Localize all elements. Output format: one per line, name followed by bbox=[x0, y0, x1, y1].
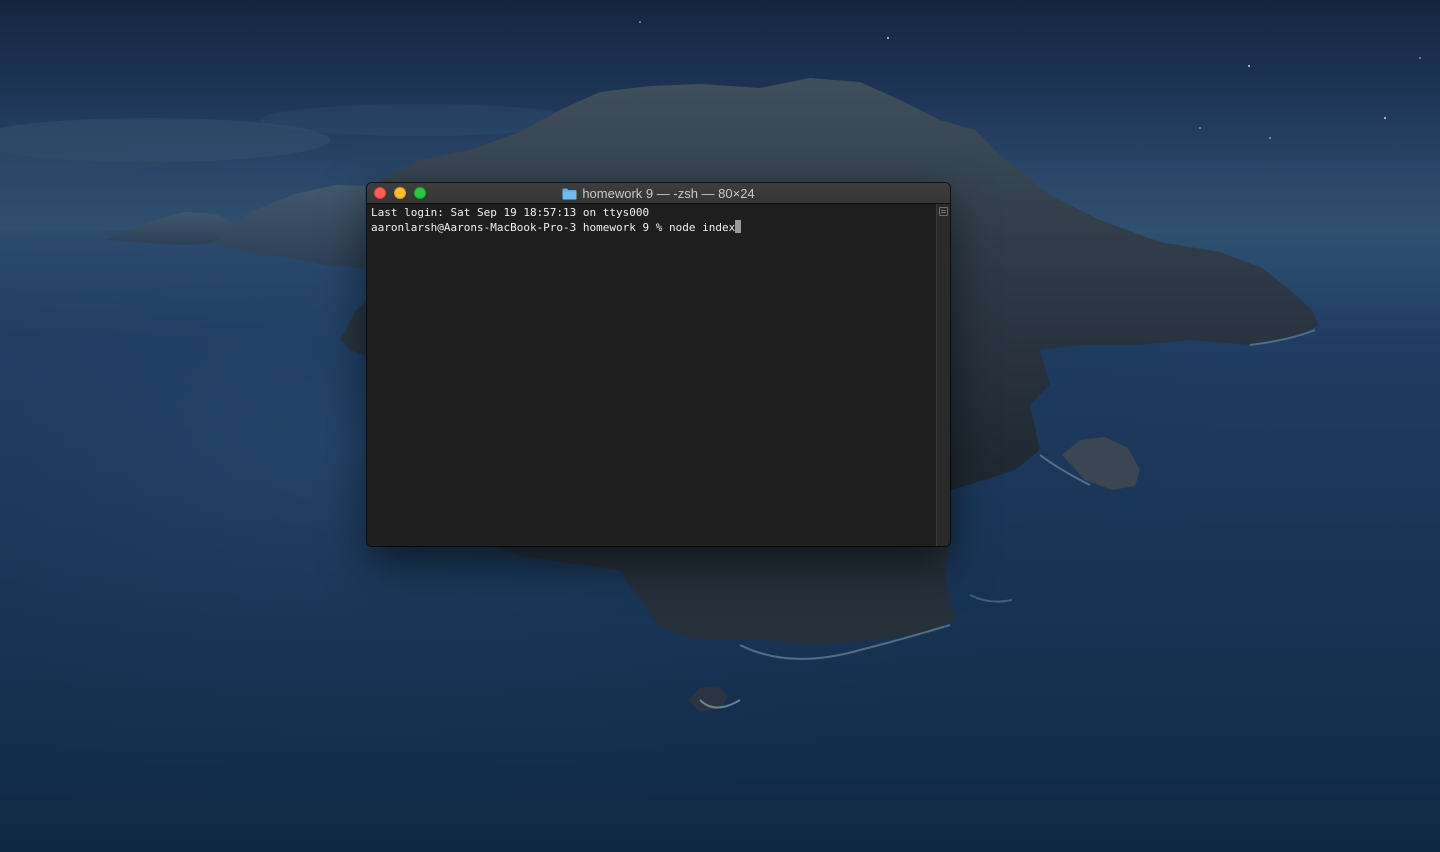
folder-icon bbox=[562, 188, 577, 199]
terminal-scrollbar[interactable] bbox=[936, 204, 950, 546]
terminal-line-prompt: aaronlarsh@Aarons-MacBook-Pro-3 homework… bbox=[371, 220, 932, 234]
text-cursor bbox=[735, 220, 742, 233]
window-title: homework 9 — -zsh — 80×24 bbox=[367, 183, 950, 204]
terminal-line-last-login: Last login: Sat Sep 19 18:57:13 on ttys0… bbox=[371, 206, 650, 219]
split-pane-icon[interactable] bbox=[939, 207, 948, 216]
terminal-output[interactable]: Last login: Sat Sep 19 18:57:13 on ttys0… bbox=[367, 204, 936, 546]
prompt-command-text: aaronlarsh@Aarons-MacBook-Pro-3 homework… bbox=[371, 221, 736, 234]
window-title-text: homework 9 — -zsh — 80×24 bbox=[582, 186, 755, 201]
terminal-window[interactable]: homework 9 — -zsh — 80×24 Last login: Sa… bbox=[367, 183, 950, 546]
window-titlebar[interactable]: homework 9 — -zsh — 80×24 bbox=[367, 183, 950, 204]
